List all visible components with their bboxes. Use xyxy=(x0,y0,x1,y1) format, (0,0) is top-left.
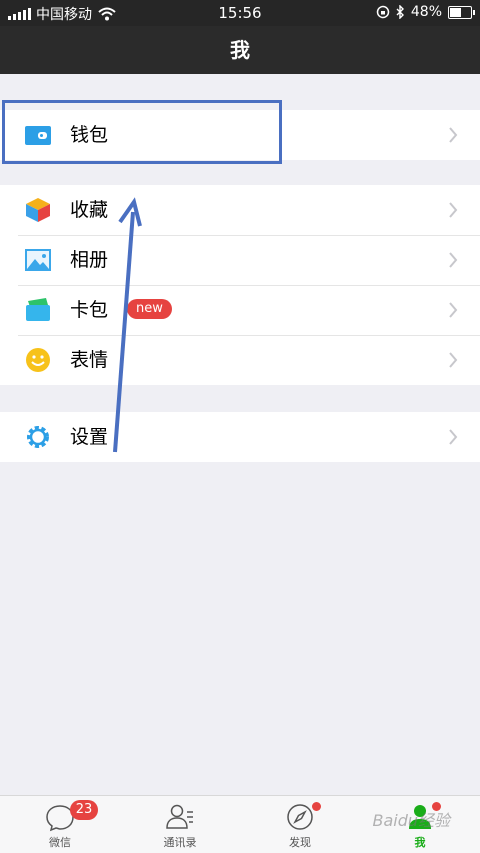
collection-group: 收藏 相册 卡包 new 表情 xyxy=(0,185,480,385)
sticker-smile-icon xyxy=(26,348,50,372)
menu-item-stickers[interactable]: 表情 xyxy=(0,335,480,385)
contacts-icon xyxy=(166,804,193,829)
watermark: Baidu经验 xyxy=(372,811,450,830)
page-title: 我 xyxy=(0,26,480,74)
status-bar: 中国移动 15:56 48% xyxy=(0,0,480,26)
chevron-right-icon xyxy=(449,127,458,143)
chevron-right-icon xyxy=(449,429,458,445)
tab-discover[interactable]: 发现 xyxy=(240,800,360,852)
menu-item-card-pack[interactable]: 卡包 new xyxy=(0,285,480,335)
chevron-right-icon xyxy=(449,252,458,268)
menu-item-favorites[interactable]: 收藏 xyxy=(0,185,480,235)
annotation-arrow xyxy=(113,197,142,453)
tab-label: 发现 xyxy=(289,836,311,849)
tab-label: 微信 xyxy=(49,836,71,849)
bluetooth-icon xyxy=(396,5,404,19)
tab-label: 我 xyxy=(414,836,426,849)
tab-bar: 23 微信 通讯录 发现 我 Baidu经验 xyxy=(0,795,480,853)
chevron-right-icon xyxy=(449,302,458,318)
notification-dot xyxy=(312,802,321,811)
favorites-cube-icon xyxy=(26,198,50,222)
unread-count-badge: 23 xyxy=(70,800,98,820)
rotation-lock-icon xyxy=(376,5,390,19)
album-picture-icon xyxy=(25,249,51,271)
settings-group: 设置 xyxy=(0,412,480,462)
menu-item-settings[interactable]: 设置 xyxy=(0,412,480,462)
battery-icon xyxy=(448,5,475,19)
chevron-right-icon xyxy=(449,352,458,368)
battery-percent: 48% xyxy=(410,4,442,20)
chevron-right-icon xyxy=(449,202,458,218)
tab-contacts[interactable]: 通讯录 xyxy=(120,800,240,852)
annotation-highlight-box xyxy=(2,100,282,164)
discover-compass-icon xyxy=(287,804,313,830)
settings-gear-icon xyxy=(27,426,49,448)
tab-chats[interactable]: 23 微信 xyxy=(0,800,120,852)
menu-item-album[interactable]: 相册 xyxy=(0,235,480,285)
card-pack-icon xyxy=(26,298,50,321)
tab-label: 通讯录 xyxy=(163,836,197,849)
